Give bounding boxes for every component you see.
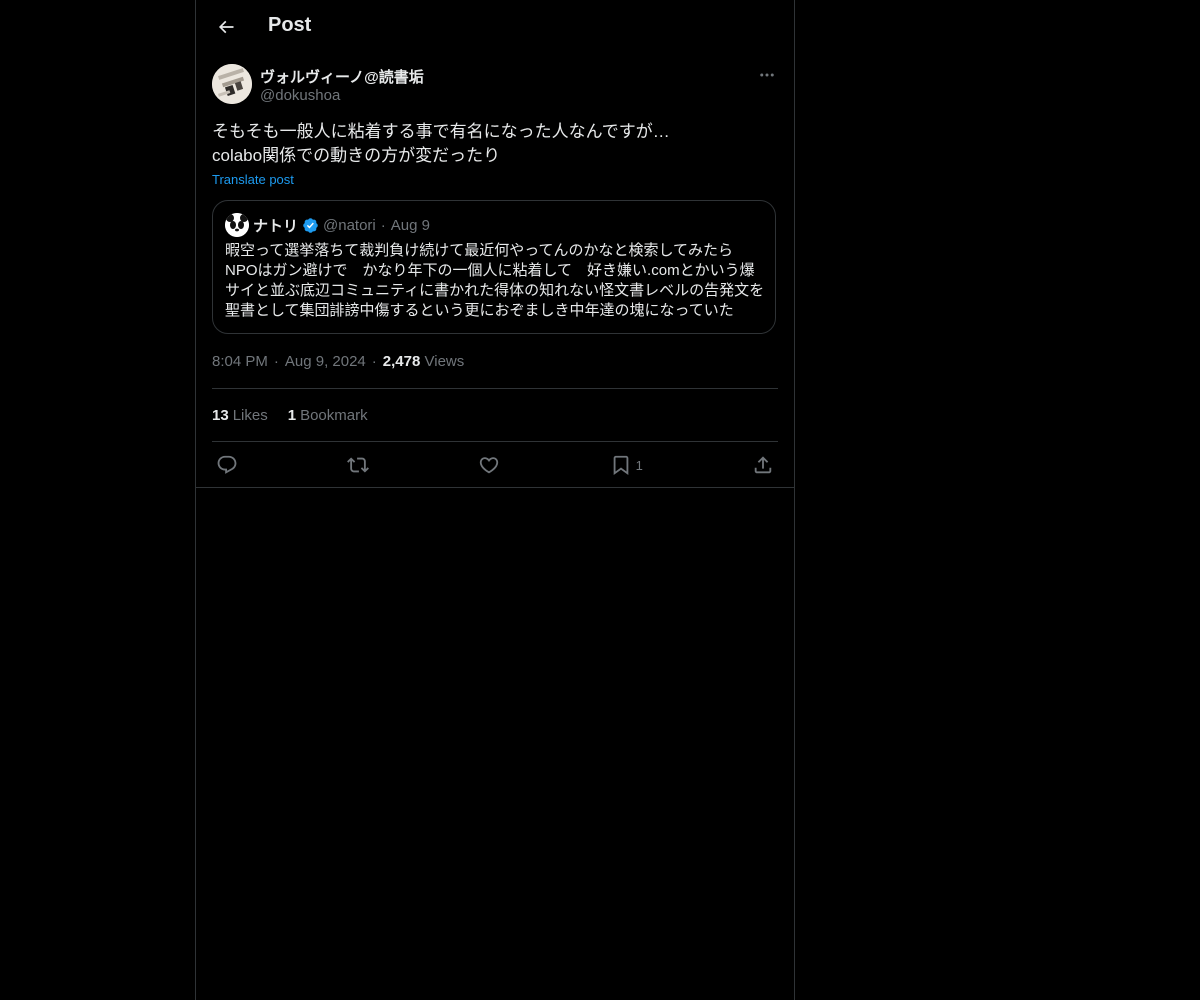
repost-button[interactable] [347,454,370,476]
quoted-post-text: 暇空って選挙落ちて裁判負け続けて最近何やってんのかなと検索してみたら NPOはガ… [225,241,765,321]
like-button[interactable] [478,454,500,476]
post: ヴォルヴィーノ@読書垢 @dokushoa そもそも一般人に粘着する事で有名にな… [212,64,778,488]
views-count: 2,478 [382,353,421,370]
heart-icon [480,457,499,474]
quoted-text-line: 暇空って選挙落ちて裁判負け続けて最近何やってんのかなと検索してみたら [225,242,734,259]
separator-dot: · [380,216,386,234]
quoted-text-line: NPOはガン避けで かなり年下の一個人に粘着して 好き嫌い.comとかいう爆 [225,262,755,279]
reply-icon [217,455,237,474]
bookmark-icon [613,455,628,476]
bookmarks-stat[interactable]: 1 Bookmark [288,407,368,424]
quoted-text-line: 聖書として集団誹謗中傷するという更におぞましき中年達の塊になっていた [225,302,734,319]
author-row: ヴォルヴィーノ@読書垢 @dokushoa [212,64,778,108]
bookmark-button[interactable]: 1 [610,454,643,476]
action-bar: 1 [212,442,778,488]
post-date[interactable]: Aug 9, 2024 [285,353,366,370]
quoted-author-name: ナトリ [253,217,299,235]
post-text: そもそも一般人に粘着する事で有名になった人なんですが… colabo関係での動き… [212,120,778,168]
bookmarks-label: Bookmark [300,406,368,424]
bookmarks-count: 1 [287,406,297,424]
author-name[interactable]: ヴォルヴィーノ@読書垢 [260,66,424,87]
share-button[interactable] [752,454,774,476]
panda-avatar-image [225,213,249,237]
quoted-avatar [225,213,249,237]
avatar[interactable] [212,64,252,104]
avatar-image [212,64,252,104]
post-meta: 8:04 PM · Aug 9, 2024 · 2,478 Views [212,352,778,372]
post-stats: 13 Likes 1 Bookmark [212,389,778,441]
arrow-left-icon [218,20,234,34]
post-detail-column: Post ヴォルヴィーノ@読書垢 @dokushoa そもそも一般人に粘着する事… [195,0,795,1000]
quoted-text-line: サイと並ぶ底辺コミュニティに書かれた得体の知れない怪文書レベルの告発文を [225,282,765,299]
divider [196,487,794,488]
quoted-post-date: Aug 9 [390,216,430,234]
post-text-line: colabo関係での動きの方が変だったり [212,146,501,165]
reply-button[interactable] [216,454,238,476]
verified-badge-icon [303,217,318,233]
likes-count: 13 [212,406,229,424]
translate-post-link[interactable]: Translate post [212,172,294,187]
likes-stat[interactable]: 13 Likes [212,407,268,424]
repost-icon [347,457,370,473]
likes-label: Likes [232,406,268,424]
more-options-button[interactable] [756,64,778,86]
separator-dot: · [371,353,377,370]
quoted-post-header: ナトリ @natori · Aug 9 [225,213,763,237]
page-title: Post [268,14,312,36]
author-handle[interactable]: @dokushoa [260,87,340,104]
quoted-author-handle: @natori [323,216,376,234]
post-time[interactable]: 8:04 PM [212,353,268,370]
back-button[interactable] [208,9,244,45]
quoted-post[interactable]: ナトリ @natori · Aug 9 暇空って選挙落ちて裁判負け続けて最近何や… [212,200,776,334]
bookmark-count: 1 [635,457,643,473]
separator-dot: · [273,353,279,370]
more-horizontal-icon [760,73,774,77]
page-header: Post [196,0,794,54]
views-label: Views [424,353,465,370]
share-icon [754,456,772,474]
post-text-line: そもそも一般人に粘着する事で有名になった人なんですが… [212,122,670,141]
